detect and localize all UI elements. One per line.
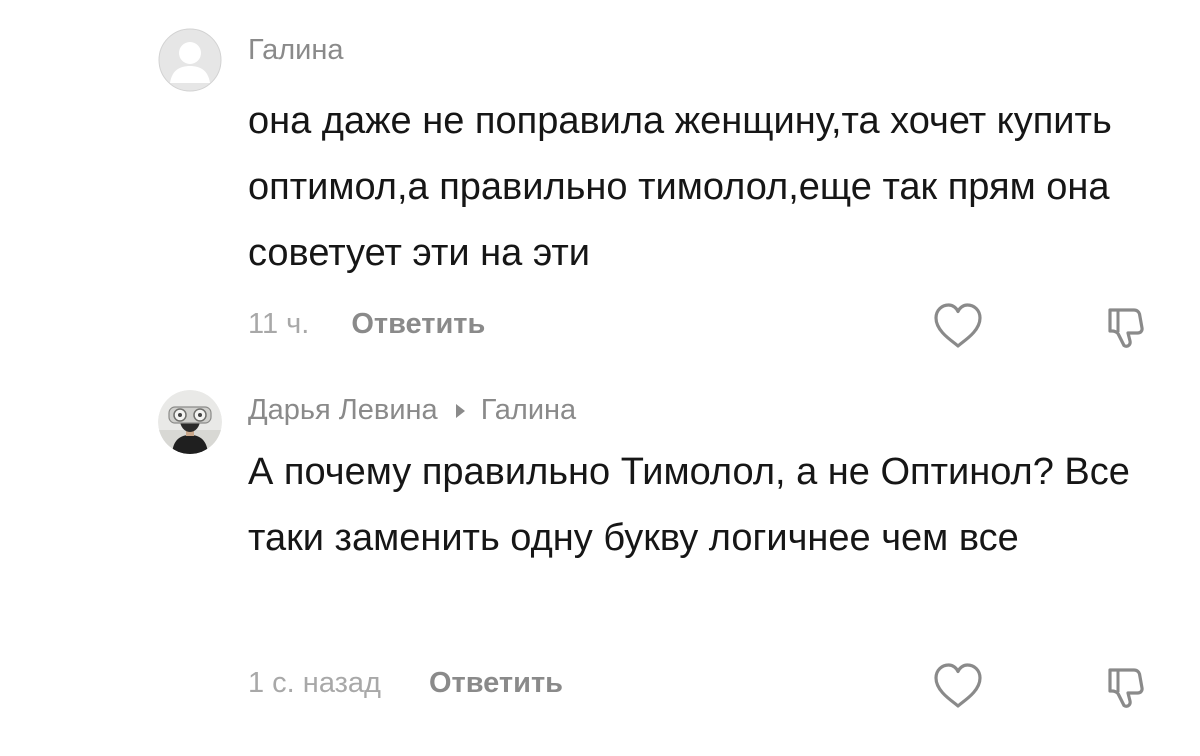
- comment-text: она даже не поправила женщину,та хочет к…: [248, 100, 1112, 274]
- author-line: Дарья Левина Галина: [248, 394, 576, 427]
- thumbs-down-icon[interactable]: [1100, 302, 1152, 350]
- avatar[interactable]: [158, 390, 222, 454]
- reply-arrow-icon: [455, 403, 465, 418]
- reply-button[interactable]: Ответить: [429, 667, 563, 700]
- timestamp: 1 с. назад: [248, 667, 381, 699]
- reply-to-name[interactable]: Галина: [481, 394, 576, 427]
- user-photo-avatar-icon: [158, 390, 222, 454]
- author-name[interactable]: Дарья Левина: [248, 394, 438, 427]
- heart-icon[interactable]: [932, 302, 984, 350]
- avatar[interactable]: [158, 28, 222, 92]
- timestamp: 11 ч.: [248, 308, 310, 340]
- comment-text: А почему правильно Тимолол, а не Оптинол…: [248, 451, 1130, 559]
- comments-thread: Галина она даже не поправила женщину,та …: [0, 0, 1200, 756]
- author-name[interactable]: Галина: [248, 34, 343, 67]
- reply-button[interactable]: Ответить: [351, 308, 485, 341]
- heart-icon[interactable]: [932, 662, 984, 710]
- thumbs-down-icon[interactable]: [1100, 662, 1152, 710]
- comment-meta: 11 ч. Ответить: [248, 308, 485, 341]
- author-line: Галина: [248, 34, 343, 67]
- comment-meta: 1 с. назад Ответить: [248, 667, 563, 700]
- default-user-avatar-icon: [158, 28, 222, 92]
